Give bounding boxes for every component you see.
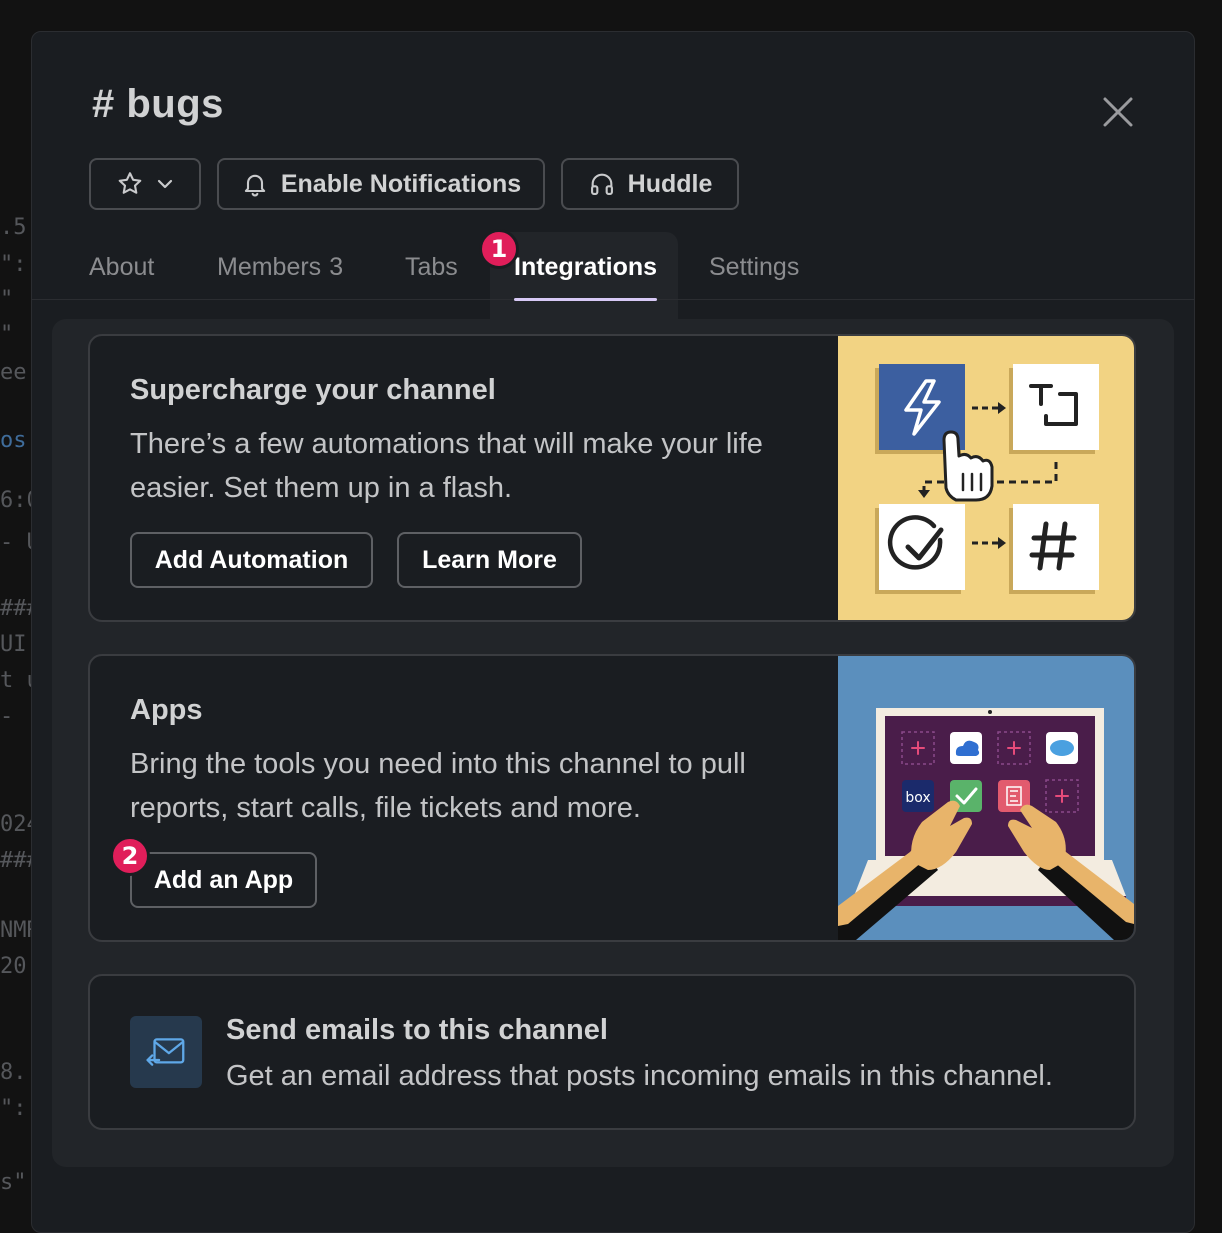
channel-name: bugs <box>126 82 224 126</box>
headphones-icon <box>590 173 613 195</box>
automation-card: Supercharge your channel There’s a few a… <box>88 334 1136 622</box>
apps-card: Apps Bring the tools you need into this … <box>88 654 1136 942</box>
tab-about-label: About <box>89 252 155 281</box>
close-button[interactable] <box>1098 92 1138 132</box>
background-text: 20 <box>0 954 27 979</box>
tab-integrations-label: Integrations <box>514 252 658 281</box>
active-tab-underline <box>514 298 658 301</box>
members-count: 3 <box>329 252 344 281</box>
star-icon <box>118 172 142 194</box>
email-card[interactable]: Send emails to this channel Get an email… <box>88 974 1136 1130</box>
background-text: - <box>0 704 14 729</box>
step-badge-2: 2 <box>110 836 150 876</box>
star-dropdown-button[interactable] <box>89 158 201 210</box>
automation-card-description: There’s a few automations that will make… <box>130 428 763 504</box>
email-card-title: Send emails to this channel <box>226 1014 608 1046</box>
background-text: ": <box>0 252 27 277</box>
background-text: UI <box>0 632 27 657</box>
background-text: 8. <box>0 1060 27 1085</box>
tab-bar: About Members 3 Tabs Integrations Settin… <box>32 232 1194 302</box>
learn-more-button[interactable]: Learn More <box>397 532 582 588</box>
tab-about[interactable]: About <box>89 232 154 302</box>
apps-card-title: Apps <box>130 694 203 726</box>
close-icon <box>1103 97 1133 127</box>
add-an-app-button[interactable]: Add an App <box>130 852 317 908</box>
email-icon <box>146 1038 185 1066</box>
tab-settings-label: Settings <box>709 252 800 281</box>
tab-members-label: Members <box>217 252 322 281</box>
background-text: s" <box>0 1170 27 1195</box>
tab-integrations[interactable]: Integrations <box>514 232 658 302</box>
email-card-description: Get an email address that posts incoming… <box>226 1060 1053 1092</box>
tab-tabs[interactable]: Tabs <box>405 232 458 302</box>
step-badge-1: 1 <box>479 229 519 269</box>
channel-hash: # <box>92 82 115 126</box>
background-text: " <box>0 287 14 312</box>
background-text: ee <box>0 360 27 385</box>
integrations-panel: Supercharge your channel There’s a few a… <box>52 319 1174 1167</box>
enable-notifications-label: Enable Notifications <box>280 169 522 198</box>
channel-title: # bugs <box>92 82 224 127</box>
email-channel-icon <box>130 1016 202 1088</box>
huddle-label: Huddle <box>627 169 713 198</box>
channel-details-modal: # bugs Enable Notifications Huddle About… <box>31 31 1195 1233</box>
bell-icon <box>244 174 265 197</box>
huddle-button[interactable]: Huddle <box>561 158 739 210</box>
tab-tabs-label: Tabs <box>405 252 458 281</box>
automation-card-title: Supercharge your channel <box>130 374 496 406</box>
box-app-label: box <box>905 790 930 806</box>
background-text: " <box>0 322 14 347</box>
enable-notifications-button[interactable]: Enable Notifications <box>217 158 545 210</box>
automation-illustration <box>838 336 1134 620</box>
tab-settings[interactable]: Settings <box>709 232 799 302</box>
tab-members[interactable]: Members 3 <box>217 232 343 302</box>
background-text: ": <box>0 1096 27 1121</box>
chevron-down-icon <box>157 179 173 189</box>
apps-illustration: box <box>838 656 1134 940</box>
add-automation-button[interactable]: Add Automation <box>130 532 373 588</box>
apps-card-description: Bring the tools you need into this chann… <box>130 748 746 824</box>
